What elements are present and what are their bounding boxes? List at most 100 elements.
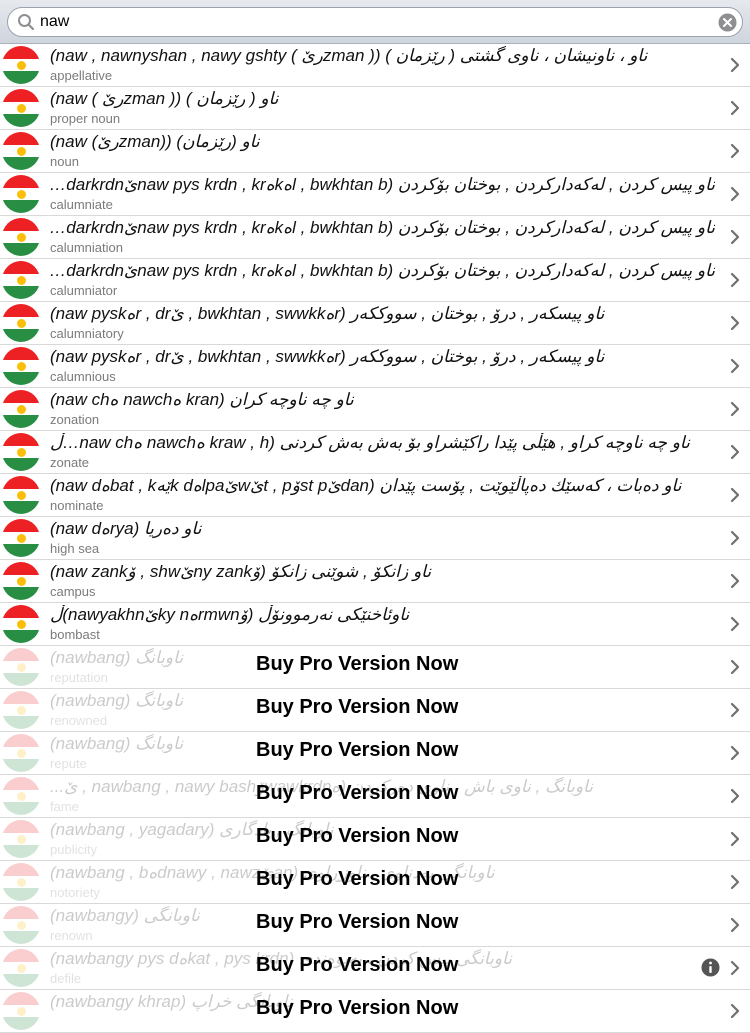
list-item[interactable]: ناوئاخنێکی نەرموونۆڵ (ۆrmwnەky nێnawyakh… [0, 603, 750, 646]
results-list: ناو ، ناونیشان ، ناوی گشتی ( رێزمان ) ((… [0, 44, 750, 1033]
flag-sun [17, 61, 26, 70]
kurdistan-flag-icon [2, 218, 40, 256]
chevron-right-icon [730, 186, 740, 202]
kurdistan-flag-icon [2, 734, 40, 772]
buy-pro-label[interactable]: Buy Pro Version Now [256, 825, 458, 848]
list-item[interactable]: ناو ( رێزمان ) (( zmanرێ ) naw) proper no… [0, 87, 750, 130]
list-item[interactable]: ناو (رێزمان) ((zmanرێ) naw) noun [0, 130, 750, 173]
list-item[interactable]: ناو پیس کردن , لەکەدارکردن , بوختان بۆکر… [0, 216, 750, 259]
list-item[interactable]: ناو دەبات ، کەسێك دەپاڵێوێت , پۆست پێدان… [0, 474, 750, 517]
kurdistan-flag-icon [2, 433, 40, 471]
entry-title: ناو چە ناوچە کراو , هێڵی پێدا راکێشراو ب… [50, 433, 690, 452]
entry-translation: repute [50, 756, 87, 771]
list-item[interactable]: ناوبانگی پیس کردن ، پەیوەندی (kat , pys … [0, 947, 750, 990]
entry-translation: publicity [50, 842, 97, 857]
kurdistan-flag-icon [2, 347, 40, 385]
chevron-right-icon [730, 659, 740, 675]
list-item[interactable]: ناوبانگ (nawbang) renowned Buy Pro Version… [0, 689, 750, 732]
list-item[interactable]: ناو پیس کردن , لەکەدارکردن , بوختان بۆکر… [0, 259, 750, 302]
flag-sun [17, 706, 26, 715]
search-field[interactable] [7, 7, 743, 37]
kurdistan-flag-icon [2, 863, 40, 901]
chevron-right-icon [730, 272, 740, 288]
list-item[interactable]: ناوبانگ , ناوی باش ، ناوی دەرکردن (ەwawk… [0, 775, 750, 818]
kurdistan-flag-icon [2, 992, 40, 1030]
chevron-right-icon [730, 788, 740, 804]
entry-title: ناو دەبات ، کەسێك دەپاڵێوێت , پۆست پێدان… [50, 476, 682, 495]
flag-sun [17, 276, 26, 285]
chevron-right-icon [730, 573, 740, 589]
list-item[interactable]: ناو ، ناونیشان ، ناوی گشتی ( رێزمان ) ((… [0, 44, 750, 87]
entry-translation: proper noun [50, 111, 121, 126]
buy-pro-label[interactable]: Buy Pro Version Now [256, 696, 458, 719]
flag-sun [17, 1007, 26, 1016]
chevron-right-icon [730, 960, 740, 976]
list-item[interactable]: ناوبانگ , یادگاری (nawbang , yagadary) pu… [0, 818, 750, 861]
buy-pro-label[interactable]: Buy Pro Version Now [256, 739, 458, 762]
list-item[interactable]: ناوبانگ (nawbang) repute Buy Pro Version N… [0, 732, 750, 775]
chevron-right-icon [730, 401, 740, 417]
clear-icon[interactable] [718, 13, 737, 32]
buy-pro-label[interactable]: Buy Pro Version Now [256, 868, 458, 891]
flag-sun [17, 233, 26, 242]
search-input[interactable] [40, 11, 690, 33]
entry-translation: calumniatory [50, 326, 124, 341]
kurdistan-flag-icon [2, 89, 40, 127]
list-item[interactable]: ناو پیسکەر , درۆ , بوختان , سووککەر (rەb… [0, 345, 750, 388]
entry-title: ناو پیس کردن , لەکەدارکردن , بوختان بۆکر… [50, 175, 715, 194]
chevron-right-icon [730, 487, 740, 503]
entry-title: ناو پیسکەر , درۆ , بوختان , سووککەر (rەb… [50, 304, 605, 323]
chevron-right-icon [730, 57, 740, 73]
entry-translation: renowned [50, 713, 108, 728]
entry-translation: noun [50, 154, 79, 169]
kurdistan-flag-icon [2, 390, 40, 428]
list-item[interactable]: ناو چە ناوچە کراو , هێڵی پێدا راکێشراو ب… [0, 431, 750, 474]
list-item[interactable]: ناوبانگ (nawbang) reputation Buy Pro Versi… [0, 646, 750, 689]
chevron-right-icon [730, 874, 740, 890]
search-bar [0, 0, 750, 44]
kurdistan-flag-icon [2, 519, 40, 557]
kurdistan-flag-icon [2, 691, 40, 729]
list-item[interactable]: ناو زانکۆ , شوێنی زانکۆ (ۆny zankێshw , … [0, 560, 750, 603]
entry-translation: calumniation [50, 240, 123, 255]
list-item[interactable]: ناوبانگی خراپ (nawbangy khrap) Buy Pro Ve… [0, 990, 750, 1033]
list-item[interactable]: ناوبانگی (nawbangy) renown Buy Pro Version… [0, 904, 750, 947]
list-item[interactable]: ناو پیسکەر , درۆ , بوختان , سووککەر (rەb… [0, 302, 750, 345]
kurdistan-flag-icon [2, 46, 40, 84]
kurdistan-flag-icon [2, 562, 40, 600]
list-item[interactable]: ناو چە ناوچە کران (kran ەnawch ەnaw ch) z… [0, 388, 750, 431]
list-item[interactable]: ناو پیس کردن , لەکەدارکردن , بوختان بۆکر… [0, 173, 750, 216]
flag-sun [17, 448, 26, 457]
buy-pro-label[interactable]: Buy Pro Version Now [256, 997, 458, 1020]
kurdistan-flag-icon [2, 476, 40, 514]
entry-translation: high sea [50, 541, 100, 556]
flag-sun [17, 620, 26, 629]
entry-title: ناو پیس کردن , لەکەدارکردن , بوختان بۆکر… [50, 218, 715, 237]
entry-translation: fame [50, 799, 79, 814]
kurdistan-flag-icon [2, 949, 40, 987]
buy-pro-label[interactable]: Buy Pro Version Now [256, 954, 458, 977]
entry-title: ناو دەریا (ryaەnaw d) [50, 519, 202, 538]
chevron-right-icon [730, 100, 740, 116]
flag-sun [17, 534, 26, 543]
entry-translation: renown [50, 928, 93, 943]
info-icon[interactable] [701, 958, 720, 977]
entry-translation: reputation [50, 670, 108, 685]
kurdistan-flag-icon [2, 605, 40, 643]
buy-pro-label[interactable]: Buy Pro Version Now [256, 653, 458, 676]
flag-sun [17, 190, 26, 199]
entry-title: ناو ، ناونیشان ، ناوی گشتی ( رێزمان ) ((… [50, 46, 648, 65]
flag-sun [17, 835, 26, 844]
entry-translation: notoriety [50, 885, 100, 900]
entry-translation: defile [50, 971, 82, 986]
entry-translation: zonation [50, 412, 100, 427]
list-item[interactable]: ناو دەریا (ryaەnaw d) high sea [0, 517, 750, 560]
entry-translation: zonate [50, 455, 90, 470]
chevron-right-icon [730, 358, 740, 374]
buy-pro-label[interactable]: Buy Pro Version Now [256, 911, 458, 934]
flag-sun [17, 964, 26, 973]
list-item[interactable]: ناوبانگی بەدناوی ، ناوزڕاوی (anێdnawy , … [0, 861, 750, 904]
buy-pro-label[interactable]: Buy Pro Version Now [256, 782, 458, 805]
entry-translation: nominate [50, 498, 104, 513]
kurdistan-flag-icon [2, 175, 40, 213]
